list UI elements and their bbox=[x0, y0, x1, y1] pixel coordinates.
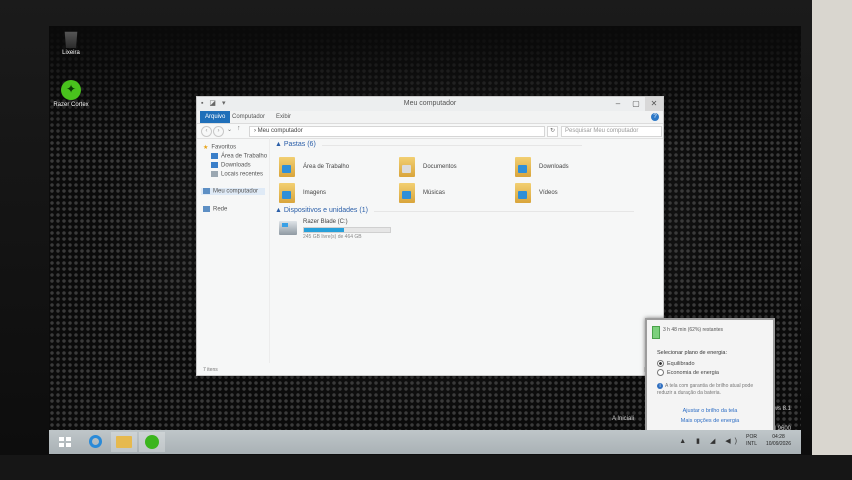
adjust-brightness-link[interactable]: Ajustar o brilho da tela bbox=[647, 408, 773, 414]
desktop-icon-razer-cortex[interactable]: Razer Cortex bbox=[49, 80, 93, 108]
taskbar: ▲ ▮ ◢ ◀) POR INTL 04:28 10/09/2026 bbox=[49, 430, 801, 454]
forward-button[interactable]: › bbox=[213, 126, 224, 137]
file-explorer-button[interactable] bbox=[111, 432, 137, 452]
tab-computador[interactable]: Computador bbox=[227, 111, 270, 123]
folder-documentos[interactable]: Documentos bbox=[399, 157, 509, 179]
minimize-button[interactable]: – bbox=[609, 97, 627, 111]
folder-icon bbox=[515, 183, 531, 203]
recent-places-icon bbox=[211, 171, 218, 177]
downloads-icon bbox=[211, 162, 218, 168]
clock[interactable]: 04:28 10/09/2026 bbox=[766, 434, 791, 448]
tab-exibir[interactable]: Exibir bbox=[271, 111, 296, 123]
language-indicator[interactable]: POR INTL bbox=[746, 434, 757, 448]
folders-group-header[interactable]: ▲ Pastas (6) bbox=[275, 141, 581, 148]
close-button[interactable]: ✕ bbox=[645, 97, 663, 111]
recent-locations-icon[interactable]: ⌄ bbox=[227, 126, 232, 133]
nav-item-area-de-trabalho[interactable]: Área de Trabalho bbox=[211, 153, 267, 160]
back-button[interactable]: ‹ bbox=[201, 126, 212, 137]
address-path[interactable]: › Meu computador bbox=[249, 126, 545, 137]
background-wall bbox=[812, 0, 852, 480]
star-icon: ★ bbox=[203, 145, 209, 151]
desktop-icon-label: Lixeira bbox=[62, 50, 80, 56]
brightness-info: iA tela com garantia de brilho atual pod… bbox=[657, 383, 754, 396]
windows-logo-icon bbox=[59, 437, 71, 447]
refresh-button[interactable]: ↻ bbox=[547, 126, 558, 137]
desktop-icon-label: Razer Cortex bbox=[53, 102, 89, 108]
folder-imagens[interactable]: Imagens bbox=[279, 183, 389, 205]
nav-favoritos[interactable]: ★ Favoritos bbox=[203, 144, 236, 151]
plan-equilibrado-radio[interactable]: Equilibrado bbox=[657, 360, 695, 367]
devices-group-header[interactable]: ▲ Dispositivos e unidades (1) bbox=[275, 207, 634, 214]
battery-icon bbox=[652, 326, 660, 339]
title-bar[interactable]: ▪ ◪ ▾ Meu computador – ▢ ✕ bbox=[197, 97, 663, 111]
search-input[interactable]: Pesquisar Meu computador bbox=[561, 126, 662, 137]
battery-status: 3 h 48 min (62%) restantes bbox=[663, 327, 724, 333]
folder-icon bbox=[515, 157, 531, 177]
internet-explorer-icon bbox=[89, 435, 102, 448]
folder-icon bbox=[399, 183, 415, 203]
internet-explorer-button[interactable] bbox=[83, 432, 109, 452]
nav-item-downloads[interactable]: Downloads bbox=[211, 162, 251, 169]
nav-rede[interactable]: Rede bbox=[203, 206, 227, 213]
status-bar: 7 itens bbox=[203, 367, 218, 373]
razer-cortex-button[interactable] bbox=[139, 432, 165, 452]
laptop-base bbox=[0, 455, 852, 480]
explorer-window[interactable]: ▪ ◪ ▾ Meu computador – ▢ ✕ Arquivo Compu… bbox=[196, 96, 664, 376]
drive-usage-bar bbox=[303, 227, 391, 233]
folder-downloads[interactable]: Downloads bbox=[515, 157, 625, 179]
folder-videos[interactable]: Vídeos bbox=[515, 183, 625, 205]
computer-icon bbox=[203, 188, 210, 194]
folder-icon bbox=[279, 157, 295, 177]
razer-cortex-icon bbox=[145, 435, 159, 449]
window-title: Meu computador bbox=[403, 100, 457, 107]
help-icon[interactable]: ? bbox=[651, 113, 659, 121]
folder-icon bbox=[279, 183, 295, 203]
more-power-options-link[interactable]: Mais opções de energia bbox=[647, 418, 773, 424]
info-icon: i bbox=[657, 383, 663, 389]
drive-icon bbox=[279, 221, 297, 235]
content-pane: ▲ Pastas (6) Área de Trabalho Documentos… bbox=[275, 141, 659, 363]
recycle-bin-icon bbox=[64, 31, 78, 48]
tab-arquivo[interactable]: Arquivo bbox=[200, 111, 231, 123]
maximize-button[interactable]: ▢ bbox=[627, 97, 645, 111]
folder-icon bbox=[399, 157, 415, 177]
start-button[interactable] bbox=[53, 432, 79, 452]
up-button[interactable]: ↑ bbox=[237, 125, 241, 132]
nav-item-locais-recentes[interactable]: Locais recentes bbox=[211, 171, 263, 178]
folder-musicas[interactable]: Músicas bbox=[399, 183, 509, 205]
folder-area-de-trabalho[interactable]: Área de Trabalho bbox=[279, 157, 389, 179]
network-icon bbox=[203, 206, 210, 212]
system-tray-icons[interactable]: ▲ ▮ ◢ ◀) bbox=[679, 437, 741, 445]
folder-icon bbox=[116, 436, 132, 448]
battery-flyout: 3 h 48 min (62%) restantes Selecionar pl… bbox=[645, 318, 775, 434]
address-bar-row: ‹ › ⌄ ↑ › Meu computador ↻ Pesquisar Meu… bbox=[197, 124, 663, 139]
ribbon-tabs: Arquivo Computador Exibir ? bbox=[197, 111, 663, 124]
watermark-prefix: A Iniciali bbox=[612, 416, 635, 422]
razer-cortex-icon bbox=[61, 80, 81, 100]
drive-c[interactable]: Razer Blade (C:) 245 GB livre(s) de 464 … bbox=[279, 219, 409, 243]
nav-meu-computador[interactable]: Meu computador bbox=[201, 188, 265, 195]
power-plan-heading: Selecionar plano de energia: bbox=[657, 350, 728, 356]
plan-economia-radio[interactable]: Economia de energia bbox=[657, 369, 719, 376]
desktop: Lixeira Razer Cortex ▪ ◪ ▾ Meu computado… bbox=[49, 26, 801, 454]
navigation-pane: ★ Favoritos Área de Trabalho Downloads Lo… bbox=[197, 138, 270, 363]
desktop-icon-recycle-bin[interactable]: Lixeira bbox=[49, 30, 93, 56]
desktop-icon bbox=[211, 153, 218, 159]
